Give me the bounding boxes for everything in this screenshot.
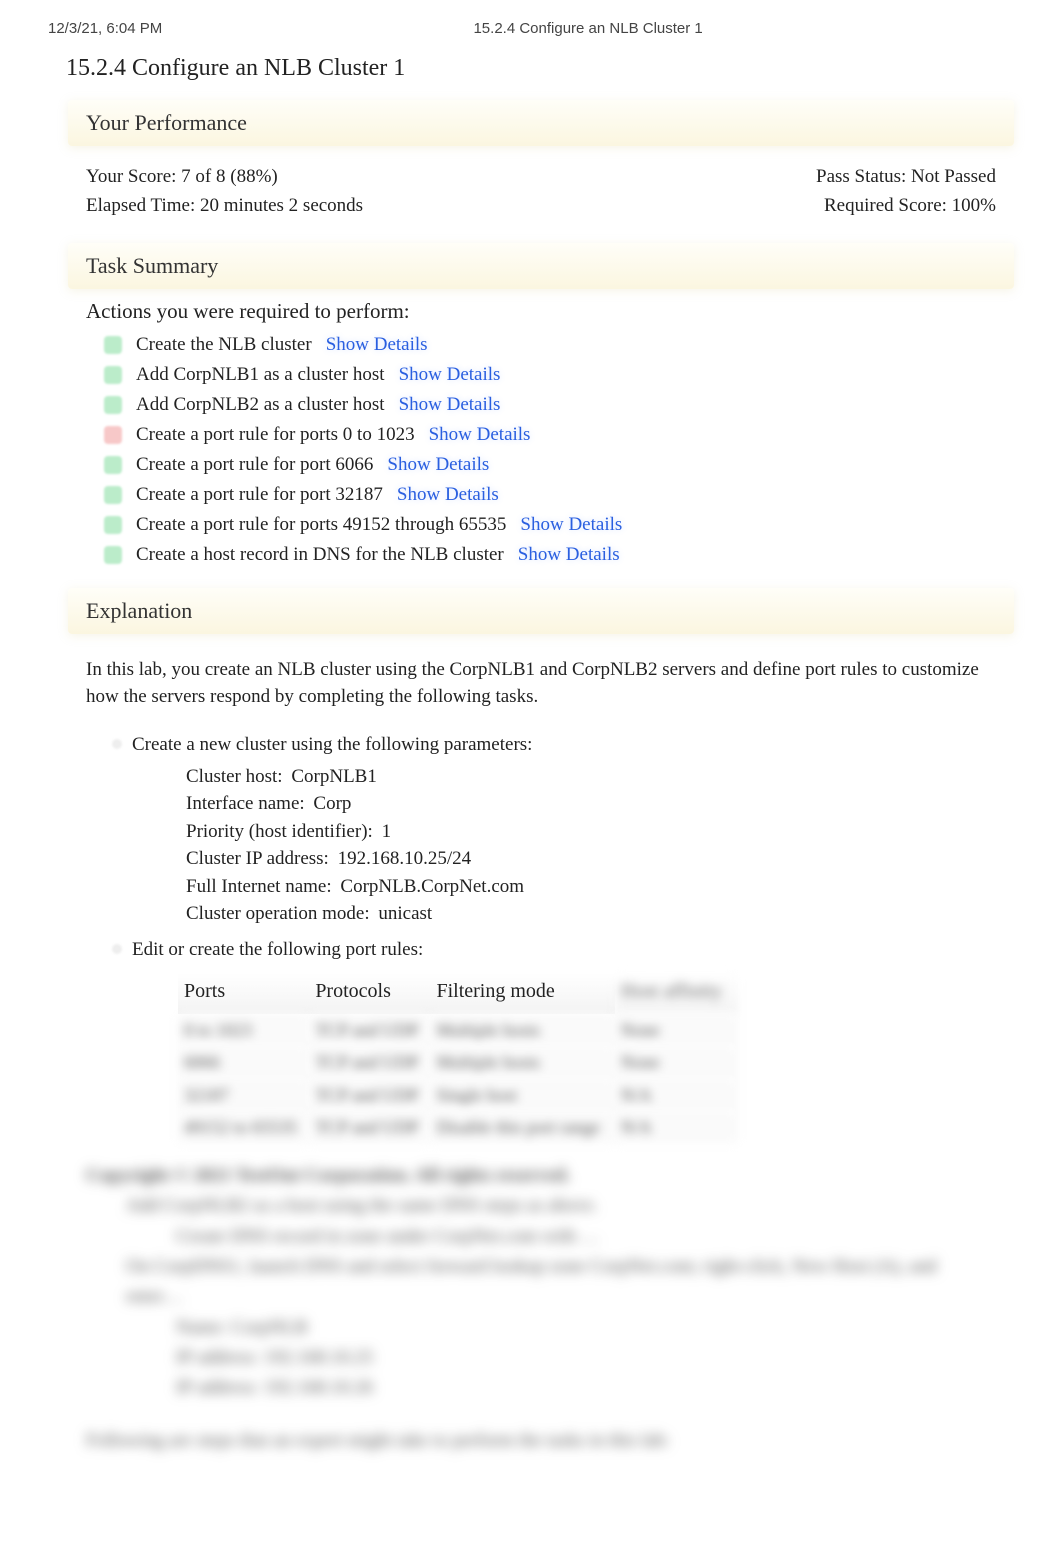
print-timestamp: 12/3/21, 6:04 PM	[48, 20, 162, 37]
task-row: Create a host record in DNS for the NLB …	[104, 540, 1014, 570]
port-rules-table: Ports Protocols Filtering mode Host affi…	[178, 973, 738, 1142]
task-row: Create the NLB cluster Show Details	[104, 330, 1014, 360]
task-row: Create a port rule for port 32187 Show D…	[104, 480, 1014, 510]
task-text: Create a port rule for port 32187	[136, 484, 383, 506]
explanation-body: In this lab, you create an NLB cluster u…	[68, 644, 1014, 1456]
required-score-line: Required Score: 100%	[816, 191, 996, 220]
status-pass-icon	[104, 366, 122, 384]
task-row: Create a port rule for ports 49152 throu…	[104, 510, 1014, 540]
step-create-cluster: Create a new cluster using the following…	[112, 731, 996, 928]
show-details-link[interactable]: Show Details	[399, 364, 501, 386]
status-pass-icon	[104, 456, 122, 474]
pass-status-line: Pass Status: Not Passed	[816, 162, 996, 191]
task-summary-subheading: Actions you were required to perform:	[86, 299, 1014, 324]
task-row: Add CorpNLB2 as a cluster host Show Deta…	[104, 390, 1014, 420]
performance-heading: Your Performance	[68, 100, 1014, 146]
col-ports: Ports	[178, 973, 309, 1014]
explanation-intro: In this lab, you create an NLB cluster u…	[86, 656, 996, 711]
page-title: 15.2.4 Configure an NLB Cluster 1	[66, 55, 1014, 82]
show-details-link[interactable]: Show Details	[429, 424, 531, 446]
task-row: Add CorpNLB1 as a cluster host Show Deta…	[104, 360, 1014, 390]
score-line: Your Score: 7 of 8 (88%)	[86, 162, 363, 191]
task-text: Create a port rule for ports 0 to 1023	[136, 424, 415, 446]
table-row: 49152 to 65535 TCP and UDP Disable this …	[178, 1111, 738, 1143]
show-details-link[interactable]: Show Details	[397, 484, 499, 506]
task-text: Create the NLB cluster	[136, 334, 312, 356]
explanation-heading: Explanation	[68, 588, 1014, 634]
task-text: Create a host record in DNS for the NLB …	[136, 544, 504, 566]
show-details-link[interactable]: Show Details	[399, 394, 501, 416]
table-row: 6066 TCP and UDP Multiple hosts None	[178, 1046, 738, 1078]
status-pass-icon	[104, 516, 122, 534]
task-row: Create a port rule for ports 0 to 1023 S…	[104, 420, 1014, 450]
task-text: Add CorpNLB2 as a cluster host	[136, 394, 385, 416]
task-text: Add CorpNLB1 as a cluster host	[136, 364, 385, 386]
col-protocols: Protocols	[309, 973, 430, 1014]
status-fail-icon	[104, 426, 122, 444]
table-row: 32187 TCP and UDP Single host N/A	[178, 1079, 738, 1111]
show-details-link[interactable]: Show Details	[520, 514, 622, 536]
show-details-link[interactable]: Show Details	[387, 454, 489, 476]
task-text: Create a port rule for port 6066	[136, 454, 373, 476]
cluster-params: Cluster host: CorpNLB1 Interface name: C…	[186, 763, 996, 928]
show-details-link[interactable]: Show Details	[326, 334, 428, 356]
step-port-rules: Edit or create the following port rules:…	[112, 936, 996, 1143]
print-header: 12/3/21, 6:04 PM 15.2.4 Configure an NLB…	[48, 20, 1014, 37]
print-title: 15.2.4 Configure an NLB Cluster 1	[162, 20, 1014, 37]
status-pass-icon	[104, 486, 122, 504]
elapsed-line: Elapsed Time: 20 minutes 2 seconds	[86, 191, 363, 220]
performance-panel: Your Score: 7 of 8 (88%) Elapsed Time: 2…	[68, 156, 1014, 243]
task-list: Create the NLB cluster Show Details Add …	[104, 330, 1014, 570]
status-pass-icon	[104, 336, 122, 354]
task-row: Create a port rule for port 6066 Show De…	[104, 450, 1014, 480]
task-text: Create a port rule for ports 49152 throu…	[136, 514, 506, 536]
obscured-content: Copyright © 2021 TestOut Corporation. Al…	[86, 1161, 996, 1457]
col-affinity: Host affinity	[615, 973, 738, 1014]
task-summary-heading: Task Summary	[68, 243, 1014, 289]
table-row: 0 to 1023 TCP and UDP Multiple hosts Non…	[178, 1014, 738, 1046]
show-details-link[interactable]: Show Details	[518, 544, 620, 566]
col-filtering: Filtering mode	[430, 973, 614, 1014]
status-pass-icon	[104, 396, 122, 414]
status-pass-icon	[104, 546, 122, 564]
